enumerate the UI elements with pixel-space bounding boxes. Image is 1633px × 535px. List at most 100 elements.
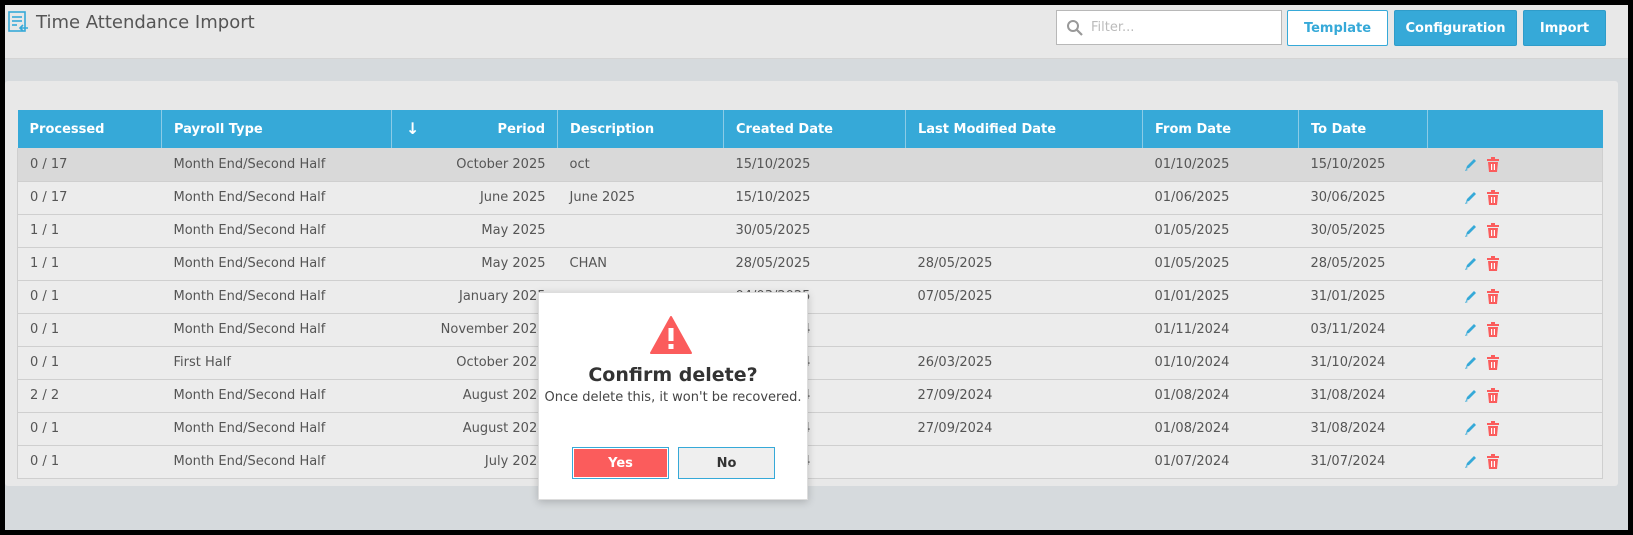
cell-description: CHAN <box>569 256 607 271</box>
delete-trash-icon[interactable] <box>1486 223 1500 238</box>
cell-description: oct <box>569 156 590 172</box>
delete-trash-icon[interactable] <box>1486 388 1500 403</box>
table-row[interactable]: 1 / 1 Month End/Second Half May 2025 CHAN 28… <box>17 247 1603 280</box>
column-header-actions <box>1428 110 1603 148</box>
cell-payroll-type: First Half <box>173 355 231 370</box>
cell-description <box>558 214 724 247</box>
edit-pencil-icon[interactable] <box>1464 355 1478 370</box>
cell-last-modified-date: 27/09/2024 <box>917 421 993 436</box>
dialog-title: Confirm delete? <box>588 364 758 386</box>
edit-pencil-icon[interactable] <box>1464 322 1478 337</box>
cell-actions <box>1428 412 1603 445</box>
cell-actions <box>1428 214 1603 247</box>
cell-to-date: 31/01/2025 <box>1310 289 1386 304</box>
delete-trash-icon[interactable] <box>1486 289 1500 304</box>
column-header-last-modified-date[interactable]: Last Modified Date <box>905 110 1143 148</box>
cell-processed: 0 / 1 <box>30 322 60 337</box>
edit-pencil-icon[interactable] <box>1464 157 1478 172</box>
cell-to-date: 30/05/2025 <box>1310 223 1386 238</box>
edit-pencil-icon[interactable] <box>1464 256 1478 271</box>
cell-period: July 2024 <box>484 454 546 469</box>
cell-from-date: 01/08/2024 <box>1154 421 1230 436</box>
table-row[interactable]: 0 / 17 Month End/Second Half June 2025 June… <box>17 181 1603 214</box>
cell-to-date: 03/11/2024 <box>1310 322 1386 337</box>
table-row[interactable]: 2 / 2 Month End/Second Half August 2024 27/… <box>17 379 1603 412</box>
no-button[interactable]: No <box>678 447 775 479</box>
edit-pencil-icon[interactable] <box>1464 454 1478 469</box>
confirm-delete-dialog: Confirm delete? Once delete this, it won… <box>538 292 808 500</box>
cell-actions <box>1428 280 1603 313</box>
table-header: Processed Payroll Type ↓ Period Descript… <box>17 110 1603 148</box>
column-header-period[interactable]: ↓ Period <box>391 110 558 148</box>
edit-pencil-icon[interactable] <box>1464 421 1478 436</box>
table-row[interactable]: 1 / 1 Month End/Second Half May 2025 30/05/… <box>17 214 1603 247</box>
delete-trash-icon[interactable] <box>1486 256 1500 271</box>
cell-processed: 0 / 17 <box>30 190 68 205</box>
cell-to-date: 30/06/2025 <box>1310 190 1386 205</box>
cell-actions <box>1428 247 1603 280</box>
import-button[interactable]: Import <box>1523 10 1606 46</box>
table-row[interactable]: 0 / 1 Month End/Second Half November 2024 0… <box>17 313 1603 346</box>
import-list-icon <box>8 11 30 35</box>
content-panel: Processed Payroll Type ↓ Period Descript… <box>5 81 1618 486</box>
edit-pencil-icon[interactable] <box>1464 223 1478 238</box>
delete-trash-icon[interactable] <box>1486 421 1500 436</box>
delete-trash-icon[interactable] <box>1486 190 1500 205</box>
import-table: Processed Payroll Type ↓ Period Descript… <box>17 110 1603 479</box>
cell-actions <box>1428 346 1603 379</box>
cell-period: June 2025 <box>479 190 546 205</box>
cell-last-modified-date: 26/03/2025 <box>917 355 993 370</box>
cell-processed: 0 / 17 <box>30 156 68 172</box>
edit-pencil-icon[interactable] <box>1464 190 1478 205</box>
cell-last-modified-date: 27/09/2024 <box>917 388 993 403</box>
cell-from-date: 01/05/2025 <box>1154 256 1230 271</box>
edit-pencil-icon[interactable] <box>1464 289 1478 304</box>
cell-from-date: 01/01/2025 <box>1154 289 1230 304</box>
yes-button[interactable]: Yes <box>572 447 669 479</box>
cell-period: October 2025 <box>456 156 546 172</box>
cell-payroll-type: Month End/Second Half <box>173 156 326 172</box>
cell-last-modified-date <box>906 148 1143 181</box>
cell-actions <box>1428 313 1603 346</box>
table-row[interactable]: 0 / 1Month End/Second HalfJuly 202422/07… <box>17 445 1603 478</box>
warning-icon <box>649 315 693 355</box>
cell-to-date: 31/08/2024 <box>1310 421 1386 436</box>
table-row[interactable]: 0 / 1 Month End/Second Half August 2024 27/… <box>17 412 1603 445</box>
cell-to-date: 31/08/2024 <box>1310 388 1386 403</box>
cell-from-date: 01/10/2024 <box>1154 355 1230 370</box>
cell-from-date: 01/08/2024 <box>1154 388 1230 403</box>
cell-period: May 2025 <box>481 223 546 238</box>
cell-period: January 2025 <box>459 289 546 304</box>
filter-box[interactable] <box>1056 10 1282 45</box>
delete-trash-icon[interactable] <box>1486 156 1500 172</box>
page-title: Time Attendance Import <box>36 12 255 33</box>
arrow-down-icon: ↓ <box>406 119 420 138</box>
table-row[interactable]: 0 / 1Month End/Second HalfJanuary 202504… <box>17 280 1603 313</box>
column-header-payroll-type[interactable]: Payroll Type <box>161 110 392 148</box>
table-row[interactable]: 0 / 1First HalfOctober 202415/10/202426/… <box>17 346 1603 379</box>
cell-description: June 2025 <box>569 190 636 205</box>
table-row[interactable]: 0 / 17 Month End/Second Half October 2025 o… <box>17 148 1603 181</box>
cell-processed: 0 / 1 <box>30 421 60 436</box>
cell-period: May 2025 <box>481 256 546 271</box>
filter-input[interactable] <box>1091 14 1276 41</box>
template-button[interactable]: Template <box>1287 10 1388 46</box>
cell-from-date: 01/05/2025 <box>1154 223 1230 238</box>
column-header-created-date[interactable]: Created Date <box>723 110 906 148</box>
edit-pencil-icon[interactable] <box>1464 388 1478 403</box>
delete-trash-icon[interactable] <box>1486 355 1500 370</box>
cell-actions <box>1428 181 1603 214</box>
delete-trash-icon[interactable] <box>1486 454 1500 469</box>
delete-trash-icon[interactable] <box>1486 322 1500 337</box>
cell-to-date: 31/07/2024 <box>1310 454 1386 469</box>
column-header-to-date[interactable]: To Date <box>1298 110 1428 148</box>
column-header-description[interactable]: Description <box>557 110 724 148</box>
cell-payroll-type: Month End/Second Half <box>173 388 326 403</box>
configuration-button[interactable]: Configuration <box>1394 10 1517 46</box>
cell-period: October 2024 <box>456 355 546 370</box>
column-header-processed[interactable]: Processed <box>17 110 162 148</box>
cell-created-date: 15/10/2025 <box>735 190 811 205</box>
cell-processed: 0 / 1 <box>30 289 60 304</box>
cell-processed: 2 / 2 <box>30 388 60 403</box>
column-header-from-date[interactable]: From Date <box>1142 110 1299 148</box>
